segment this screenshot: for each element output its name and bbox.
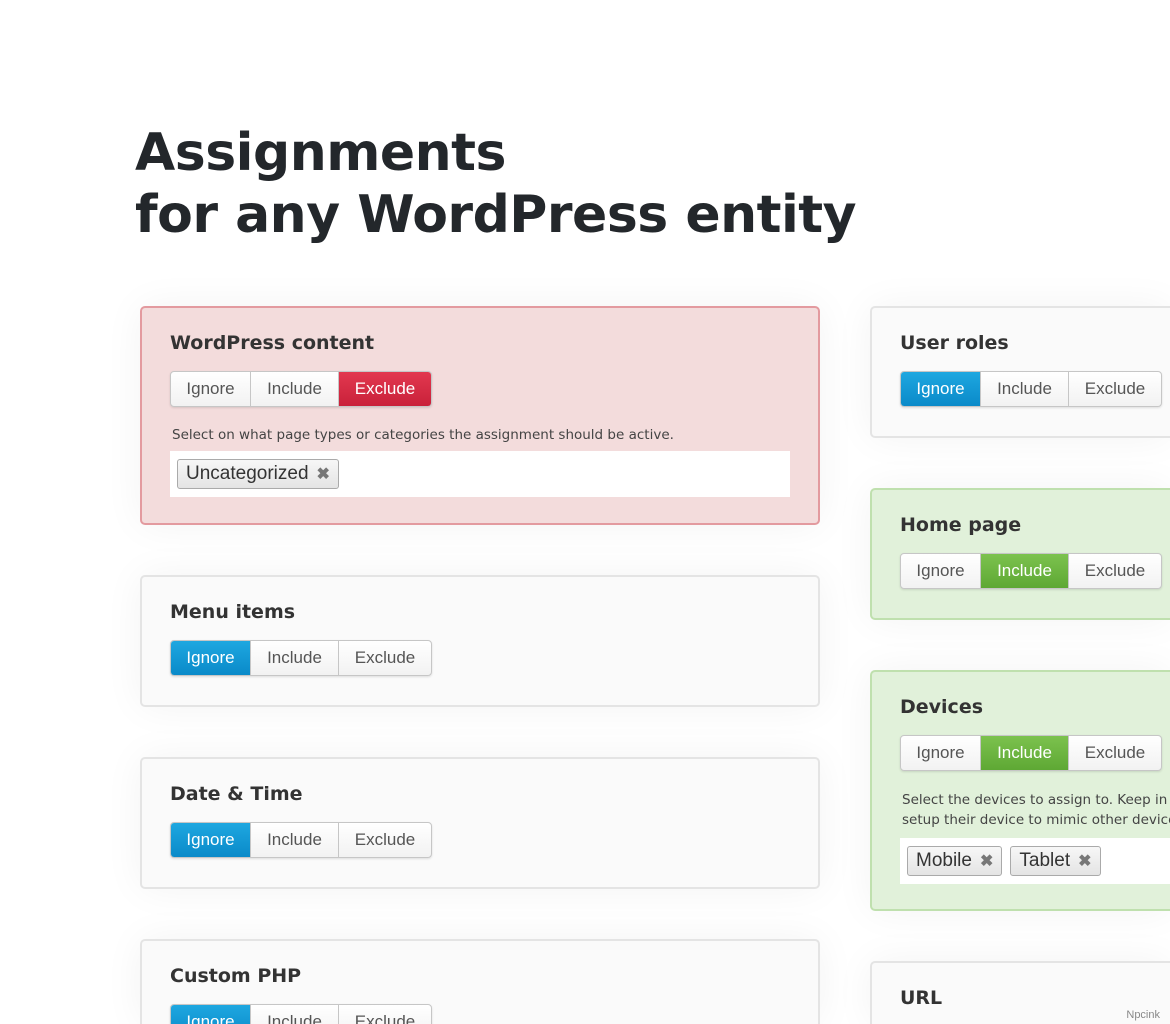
field-description: Select on what page types or categories …	[172, 427, 674, 443]
card-custom-php: Custom PHP Ignore Include Exclude	[140, 939, 820, 1024]
tag-mobile: Mobile ✖	[907, 846, 1003, 876]
include-button[interactable]: Include	[980, 372, 1068, 406]
include-button[interactable]: Include	[250, 823, 338, 857]
ignore-button[interactable]: Ignore	[901, 736, 980, 770]
ignore-button[interactable]: Ignore	[171, 641, 250, 675]
ignore-button[interactable]: Ignore	[171, 372, 250, 406]
card-title: Devices	[900, 696, 984, 718]
assignment-toggle: Ignore Include Exclude	[170, 822, 432, 858]
exclude-button[interactable]: Exclude	[1068, 554, 1161, 588]
exclude-button[interactable]: Exclude	[338, 1005, 431, 1024]
assignment-toggle: Ignore Include Exclude	[170, 371, 432, 407]
include-button[interactable]: Include	[250, 641, 338, 675]
tag-uncategorized: Uncategorized ✖	[177, 459, 339, 489]
include-button[interactable]: Include	[250, 372, 338, 406]
card-devices: Devices Ignore Include Exclude Select th…	[870, 670, 1170, 911]
ignore-button[interactable]: Ignore	[171, 823, 250, 857]
card-wordpress-content: WordPress content Ignore Include Exclude…	[140, 306, 820, 525]
card-title: URL	[900, 987, 943, 1009]
tag-tablet: Tablet ✖	[1010, 846, 1101, 876]
exclude-button[interactable]: Exclude	[338, 823, 431, 857]
card-title: Menu items	[170, 601, 296, 623]
tag-label: Mobile	[916, 850, 972, 871]
card-title: Date & Time	[170, 783, 303, 805]
exclude-button[interactable]: Exclude	[338, 641, 431, 675]
exclude-button[interactable]: Exclude	[1068, 736, 1161, 770]
card-url: URL	[870, 961, 1170, 1024]
headline-line-1: Assignments	[135, 123, 507, 183]
field-description-line-1: Select the devices to assign to. Keep in…	[902, 792, 1170, 808]
close-icon[interactable]: ✖	[317, 464, 330, 484]
assignment-toggle: Ignore Include Exclude	[900, 371, 1162, 407]
ignore-button[interactable]: Ignore	[901, 372, 980, 406]
headline-line-2: for any WordPress entity	[135, 185, 857, 245]
field-description-line-2: setup their device to mimic other device…	[902, 812, 1170, 828]
assignment-toggle: Ignore Include Exclude	[170, 640, 432, 676]
watermark: Npcink	[1126, 1009, 1160, 1021]
include-button[interactable]: Include	[250, 1005, 338, 1024]
ignore-button[interactable]: Ignore	[901, 554, 980, 588]
page-headline: Assignments for any WordPress entity	[135, 122, 857, 246]
tag-label: Uncategorized	[186, 463, 309, 484]
card-home-page: Home page Ignore Include Exclude	[870, 488, 1170, 620]
include-button[interactable]: Include	[980, 736, 1068, 770]
exclude-button[interactable]: Exclude	[1068, 372, 1161, 406]
tag-select-input[interactable]: Uncategorized ✖	[170, 451, 790, 497]
exclude-button[interactable]: Exclude	[338, 372, 431, 406]
card-menu-items: Menu items Ignore Include Exclude	[140, 575, 820, 707]
card-title: WordPress content	[170, 332, 375, 354]
card-title: Home page	[900, 514, 1022, 536]
card-user-roles: User roles Ignore Include Exclude	[870, 306, 1170, 438]
card-title: Custom PHP	[170, 965, 302, 987]
close-icon[interactable]: ✖	[980, 851, 993, 871]
close-icon[interactable]: ✖	[1078, 851, 1091, 871]
card-date-time: Date & Time Ignore Include Exclude	[140, 757, 820, 889]
ignore-button[interactable]: Ignore	[171, 1005, 250, 1024]
assignment-toggle: Ignore Include Exclude	[900, 553, 1162, 589]
assignment-toggle: Ignore Include Exclude	[900, 735, 1162, 771]
tag-select-input[interactable]: Mobile ✖ Tablet ✖	[900, 838, 1170, 884]
include-button[interactable]: Include	[980, 554, 1068, 588]
assignment-toggle: Ignore Include Exclude	[170, 1004, 432, 1024]
card-title: User roles	[900, 332, 1009, 354]
tag-label: Tablet	[1019, 850, 1071, 871]
